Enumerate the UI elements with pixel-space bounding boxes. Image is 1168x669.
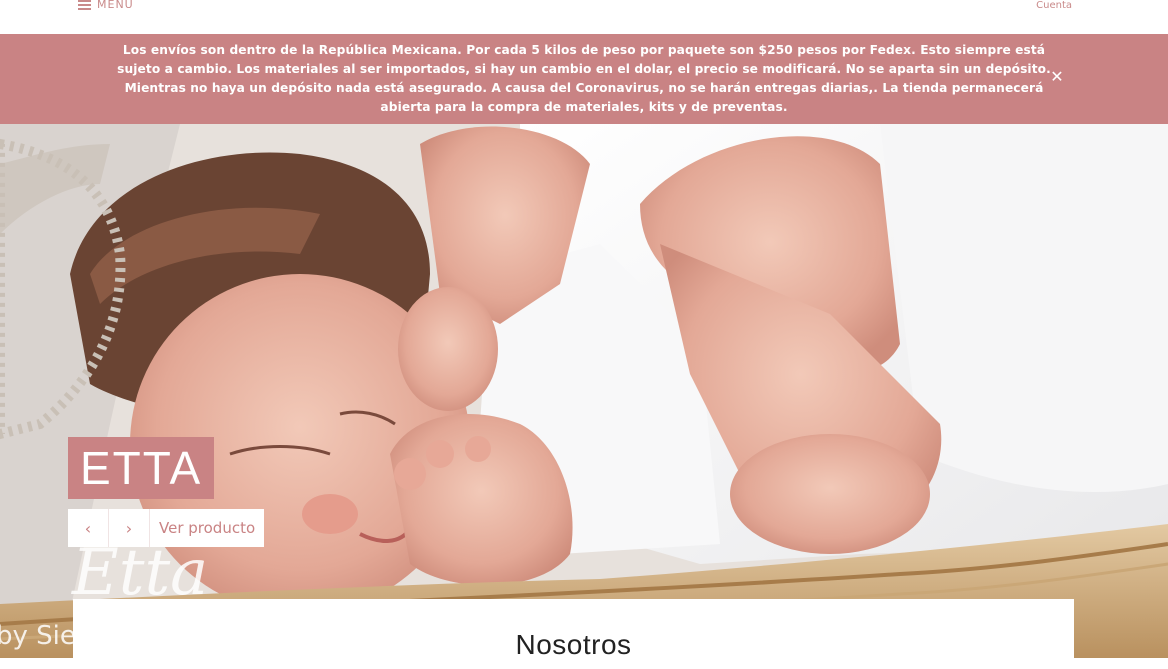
hamburger-icon: [78, 0, 91, 10]
image-caption-fragment: by Sie: [0, 621, 76, 651]
about-title: Nosotros: [515, 629, 632, 660]
hero-image: Etta by Sie: [0, 124, 1168, 658]
hero-slideshow: Etta by Sie: [0, 124, 1168, 658]
announcement-bar: Los envíos son dentro de la República Me…: [0, 34, 1168, 124]
top-bar: MENU Cuenta: [0, 0, 1168, 34]
menu-button[interactable]: MENU: [78, 0, 134, 11]
about-section: Nosotros: [73, 599, 1074, 669]
slide-controls: ‹ › Ver producto: [68, 509, 265, 547]
close-icon[interactable]: ✕: [1050, 69, 1064, 85]
chevron-left-icon[interactable]: ‹: [68, 509, 109, 547]
menu-label: MENU: [97, 0, 134, 11]
account-link[interactable]: Cuenta: [1036, 0, 1072, 11]
slide-title: ETTA: [68, 437, 215, 499]
view-product-button[interactable]: Ver producto: [150, 509, 264, 547]
announcement-text: Los envíos son dentro de la República Me…: [117, 43, 1051, 114]
chevron-right-icon[interactable]: ›: [109, 509, 150, 547]
